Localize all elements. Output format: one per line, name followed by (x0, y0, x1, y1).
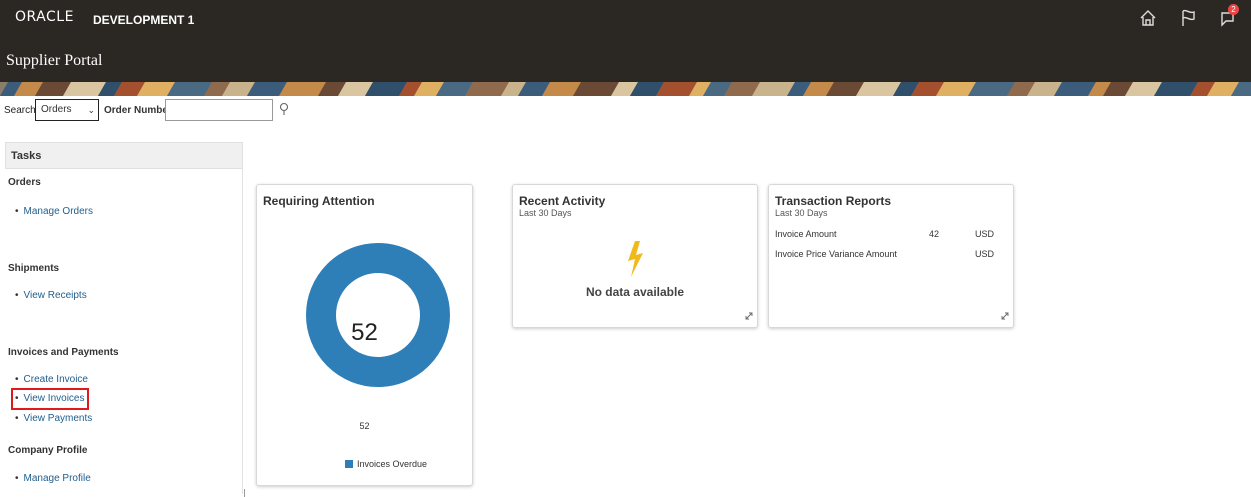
task-group-shipments: Shipments (8, 263, 60, 274)
search-category-value: Orders (41, 104, 72, 115)
task-view-receipts[interactable]: View Receipts (15, 290, 87, 301)
expand-icon[interactable] (745, 311, 753, 323)
tasks-panel: Tasks Orders Manage Orders Shipments Vie… (5, 142, 243, 494)
task-group-invoices-payments: Invoices and Payments (8, 347, 119, 358)
requiring-attention-card[interactable]: Requiring Attention 52 52 Invoices Overd… (256, 184, 473, 486)
search-icon[interactable] (278, 102, 290, 119)
report-currency: USD (975, 229, 995, 239)
report-amount: 42 (928, 229, 939, 239)
panel-splitter[interactable] (244, 489, 247, 497)
environment-name: DEVELOPMENT 1 (93, 13, 195, 27)
portal-bar: Supplier Portal (0, 42, 1251, 82)
notification-badge: 2 (1228, 4, 1239, 15)
highlight-box (11, 388, 89, 410)
card-title: Requiring Attention (263, 194, 375, 208)
expand-icon[interactable] (1001, 311, 1009, 323)
global-header: ORACLE DEVELOPMENT 1 2 (0, 0, 1251, 42)
report-currency: USD (975, 249, 995, 259)
legend-swatch (345, 460, 353, 468)
page-title: Supplier Portal (6, 52, 103, 69)
task-view-payments[interactable]: View Payments (15, 413, 93, 424)
card-subtitle: Last 30 Days (775, 208, 828, 218)
task-group-company-profile: Company Profile (8, 445, 88, 456)
search-bar: Search Orders ⌄ Order Number (0, 99, 400, 123)
order-number-label: Order Number (104, 105, 172, 116)
order-number-input[interactable] (165, 99, 273, 121)
decorative-banner (0, 82, 1251, 96)
header-icons: 2 (1137, 4, 1239, 29)
flag-icon[interactable] (1177, 7, 1199, 29)
transaction-reports-card[interactable]: Transaction Reports Last 30 Days Invoice… (768, 184, 1014, 328)
report-label: Invoice Price Variance Amount (775, 249, 897, 259)
chevron-down-icon: ⌄ (87, 105, 95, 115)
donut-center-value: 52 (351, 319, 378, 346)
oracle-logo[interactable]: ORACLE (15, 9, 74, 25)
card-title: Recent Activity (519, 194, 606, 208)
no-data-message: No data available (585, 285, 685, 299)
card-title: Transaction Reports (775, 194, 892, 208)
lightning-icon (513, 241, 757, 280)
card-subtitle: Last 30 Days (519, 208, 572, 218)
donut-ring[interactable] (306, 243, 450, 387)
donut-value-label: 52 (359, 421, 370, 431)
home-icon[interactable] (1137, 7, 1159, 29)
search-category-select[interactable]: Orders ⌄ (35, 99, 99, 121)
tasks-title: Tasks (11, 150, 42, 162)
task-manage-profile[interactable]: Manage Profile (15, 473, 91, 484)
task-create-invoice[interactable]: Create Invoice (15, 374, 88, 385)
notifications-icon[interactable]: 2 (1217, 4, 1239, 29)
chart-legend: Invoices Overdue (345, 459, 427, 469)
task-group-orders: Orders (8, 177, 41, 188)
task-manage-orders[interactable]: Manage Orders (15, 206, 93, 217)
tasks-header: Tasks (5, 142, 243, 169)
recent-activity-card[interactable]: Recent Activity Last 30 Days No data ava… (512, 184, 758, 328)
donut-chart[interactable] (306, 243, 450, 387)
report-label: Invoice Amount (775, 229, 837, 239)
legend-label: Invoices Overdue (357, 459, 428, 469)
search-label: Search (4, 105, 36, 116)
